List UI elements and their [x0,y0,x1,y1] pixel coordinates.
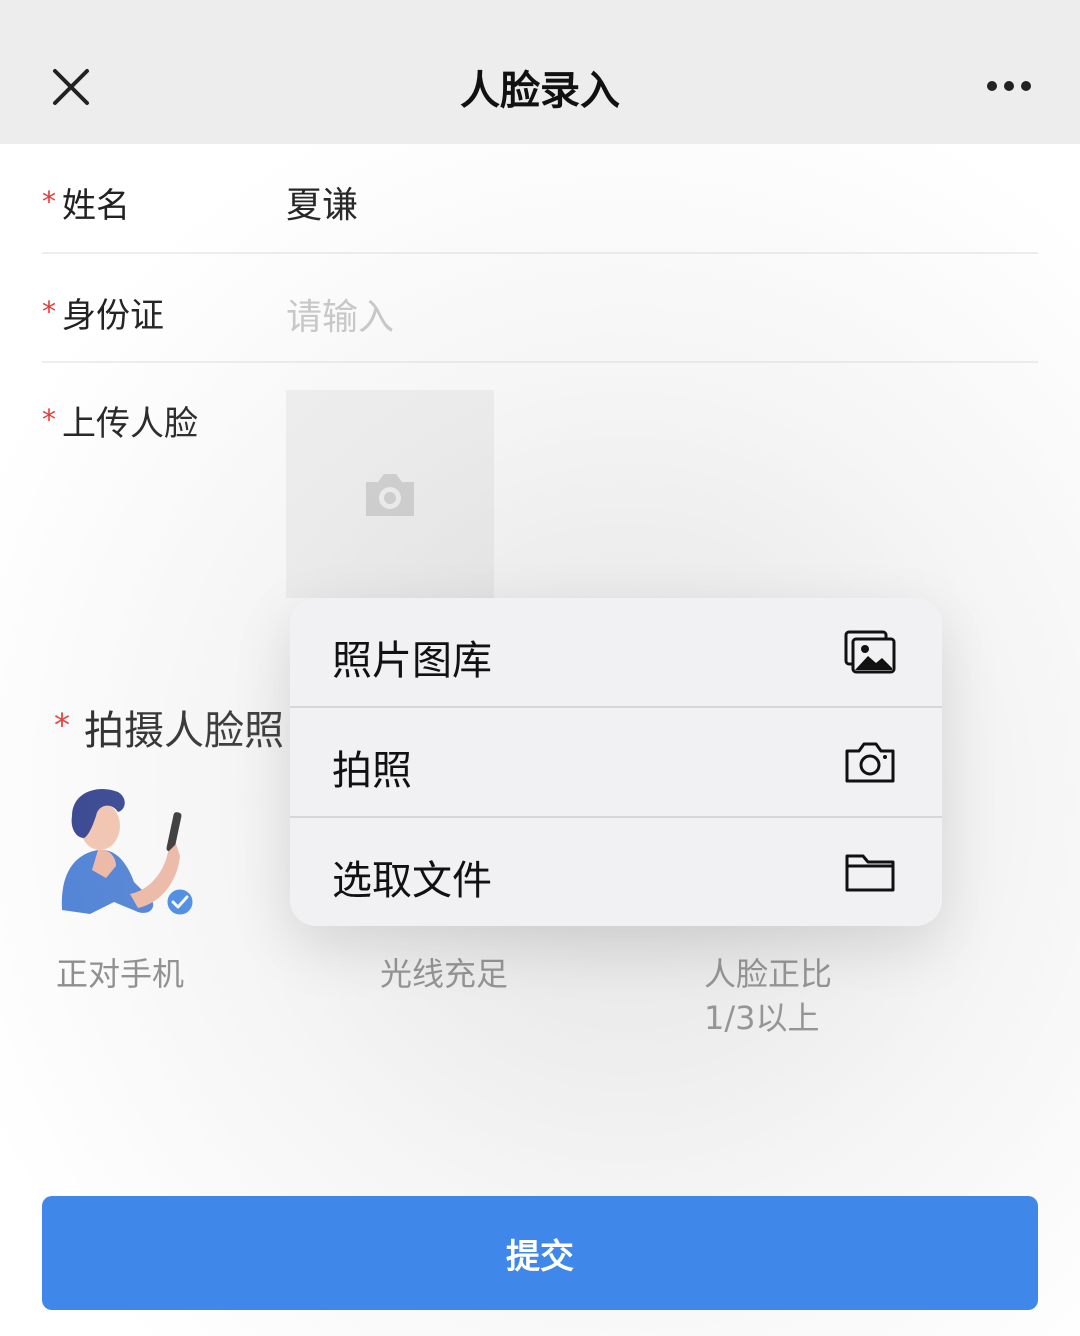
id-card-label-text: 身份证 [62,296,164,336]
upload-face-label-text: 上传人脸 [62,404,198,444]
required-mark: * [54,706,70,744]
face-phone-illustration [61,789,196,918]
menu-item-label: 选取文件 [332,858,492,904]
more-icon[interactable] [984,76,1034,96]
camera-icon [845,742,895,783]
submit-button[interactable]: 提交 [42,1196,1038,1310]
tip-enough-light: 光线充足 [380,955,509,993]
name-label: * 姓名 [42,178,130,227]
id-card-input[interactable]: 请输入 [286,288,394,340]
name-label-text: 姓名 [62,186,130,226]
divider [42,361,1038,363]
upload-face-button[interactable] [286,390,494,598]
photo-library-icon [844,630,896,674]
folder-icon [845,854,895,892]
menu-item-label: 拍照 [332,748,412,794]
page-title: 人脸录入 [460,68,620,114]
upload-source-menu: 照片图库 拍照 选取文件 [290,598,942,926]
camera-icon [366,474,414,516]
tip-face-ratio: 人脸正比 1/3以上 [704,955,833,1037]
menu-item-label: 照片图库 [332,638,492,684]
nav-bar: 人脸录入 [0,0,1080,144]
menu-item-photo-library[interactable]: 照片图库 [290,598,942,706]
tip-face-phone: 正对手机 [56,955,185,993]
upload-face-label: * 上传人脸 [42,396,198,445]
capture-face-title: * 拍摄人脸照 [54,698,284,756]
id-card-label: * 身份证 [42,288,164,337]
menu-item-take-photo[interactable]: 拍照 [290,708,942,816]
divider [42,252,1038,254]
name-field[interactable]: 夏谦 [286,176,358,228]
required-mark: * [42,403,56,436]
required-mark: * [42,185,56,218]
capture-face-title-text: 拍摄人脸照 [84,708,284,754]
required-mark: * [42,295,56,328]
menu-item-choose-file[interactable]: 选取文件 [290,818,942,926]
